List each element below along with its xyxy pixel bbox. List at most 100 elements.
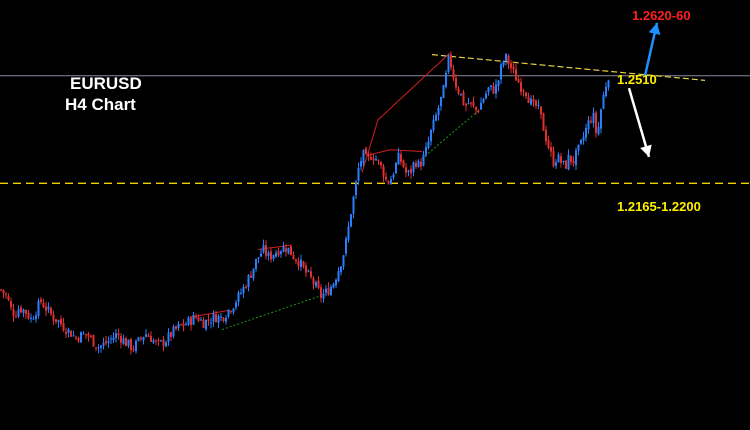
- candle-body-200: [500, 64, 502, 80]
- candle-body-1: [2, 289, 5, 294]
- candle-body-170: [425, 146, 427, 155]
- candle-body-153: [382, 166, 385, 177]
- candle-body-124: [310, 271, 312, 278]
- candle-body-28: [70, 330, 72, 337]
- candle-body-128: [320, 287, 322, 298]
- candle-body-151: [377, 160, 380, 162]
- candle-body-92: [230, 311, 232, 313]
- candle-body-88: [220, 316, 222, 318]
- candle-body-179: [447, 54, 450, 73]
- candle-body-53: [132, 348, 135, 350]
- candle-body-163: [407, 170, 410, 173]
- candle-body-184: [460, 93, 462, 96]
- candle-body-243: [607, 80, 610, 88]
- candle-body-234: [585, 128, 587, 138]
- candle-body-0: [0, 289, 2, 291]
- candle-body-191: [477, 110, 480, 112]
- candle-body-46: [115, 333, 117, 339]
- candle-body-54: [135, 340, 137, 351]
- candle-body-164: [410, 168, 412, 174]
- candle-body-187: [467, 102, 470, 104]
- candle-body-169: [422, 154, 425, 166]
- candle-body-140: [350, 214, 352, 227]
- candle-body-197: [492, 86, 495, 94]
- candle-body-240: [600, 109, 602, 129]
- candle-body-45: [112, 337, 115, 341]
- candle-body-209: [522, 90, 525, 92]
- candle-body-10: [25, 309, 27, 314]
- candle-body-224: [560, 156, 562, 164]
- chart-subtitle: H4 Chart: [65, 95, 136, 114]
- candle-body-142: [355, 181, 357, 196]
- candle-body-105: [262, 244, 265, 253]
- candle-body-108: [270, 251, 272, 260]
- candle-body-136: [340, 266, 342, 273]
- candle-body-215: [537, 104, 540, 107]
- candle-body-37: [92, 335, 95, 347]
- candle-body-90: [225, 317, 227, 322]
- chart-background: [0, 0, 750, 430]
- candle-body-230: [575, 150, 577, 165]
- candle-body-26: [65, 331, 67, 335]
- candle-body-134: [335, 279, 337, 286]
- candle-body-220: [550, 147, 552, 152]
- candle-body-11: [27, 312, 30, 319]
- candle-body-116: [290, 245, 292, 256]
- candle-body-238: [595, 112, 597, 133]
- candle-body-98: [245, 286, 247, 288]
- candle-body-6: [15, 316, 17, 318]
- candle-body-4: [10, 300, 12, 308]
- candle-body-83: [207, 319, 210, 321]
- candle-body-190: [475, 106, 477, 110]
- target-up-label: 1.2620-60: [632, 8, 691, 23]
- candle-body-20: [50, 308, 52, 315]
- candle-body-147: [367, 155, 370, 157]
- candle-body-148: [370, 156, 372, 160]
- candle-body-115: [287, 247, 290, 254]
- candle-body-156: [390, 179, 392, 185]
- candle-body-242: [605, 86, 607, 97]
- candle-body-146: [365, 148, 367, 155]
- candle-body-185: [462, 92, 465, 105]
- candle-body-208: [520, 82, 522, 92]
- candle-body-189: [472, 101, 475, 106]
- candle-body-231: [577, 144, 580, 151]
- candle-body-65: [162, 339, 165, 346]
- candle-body-138: [345, 238, 347, 254]
- candle-body-139: [347, 226, 350, 240]
- candle-body-159: [397, 152, 400, 165]
- candle-body-135: [337, 270, 340, 282]
- candle-body-114: [285, 248, 287, 252]
- candle-body-127: [317, 280, 320, 288]
- candle-body-95: [237, 292, 240, 302]
- candle-body-154: [385, 176, 387, 180]
- candle-body-165: [412, 162, 415, 172]
- candle-body-43: [107, 341, 110, 343]
- resistance-level-label: 1.2510: [617, 72, 657, 87]
- candle-body-173: [432, 119, 435, 131]
- candle-body-29: [72, 335, 75, 337]
- candle-body-111: [277, 251, 280, 256]
- candle-body-70: [175, 326, 177, 329]
- candle-body-41: [102, 342, 105, 346]
- candle-body-106: [265, 245, 267, 256]
- candle-body-223: [557, 154, 560, 163]
- candle-body-24: [60, 318, 62, 325]
- candle-body-58: [145, 334, 147, 337]
- candle-body-158: [395, 162, 397, 174]
- candle-body-25: [62, 323, 65, 331]
- candle-body-66: [165, 342, 167, 347]
- candle-body-77: [192, 315, 195, 325]
- candle-body-218: [545, 129, 547, 142]
- candle-body-61: [152, 340, 155, 343]
- candle-body-239: [597, 126, 600, 135]
- candle-body-109: [272, 255, 275, 259]
- candle-body-176: [440, 96, 442, 107]
- candle-body-12: [30, 317, 32, 319]
- candle-body-8: [20, 307, 22, 313]
- candle-body-17: [42, 302, 45, 308]
- candle-body-175: [437, 107, 440, 116]
- candle-body-104: [260, 253, 262, 257]
- candle-body-241: [602, 94, 605, 109]
- candle-body-177: [442, 85, 445, 99]
